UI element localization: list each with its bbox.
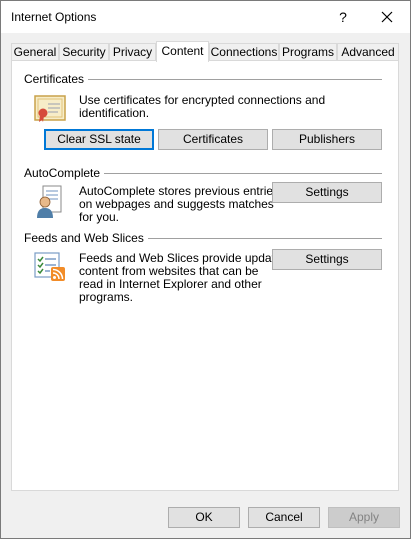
feeds-settings-button[interactable]: Settings xyxy=(272,249,382,270)
internet-options-dialog: Internet Options ? General Security Priv… xyxy=(0,0,411,539)
tab-strip: General Security Privacy Content Connect… xyxy=(11,41,401,62)
certificates-button[interactable]: Certificates xyxy=(158,129,268,150)
window-title: Internet Options xyxy=(11,10,97,24)
certificates-heading: Certificates xyxy=(24,72,89,86)
tab-privacy[interactable]: Privacy xyxy=(109,43,156,60)
content-tab-panel: Certificates Use certificates for encryp… xyxy=(11,60,399,491)
close-button[interactable] xyxy=(365,1,409,33)
tab-programs[interactable]: Programs xyxy=(279,43,337,60)
feeds-description-line-4: programs. xyxy=(79,290,134,304)
title-bar: Internet Options ? xyxy=(1,1,410,33)
certificate-icon xyxy=(34,95,66,122)
autocomplete-heading: AutoComplete xyxy=(24,166,105,180)
close-icon xyxy=(381,11,393,23)
apply-button[interactable]: Apply xyxy=(328,507,400,528)
tab-connections[interactable]: Connections xyxy=(209,43,279,60)
ok-button[interactable]: OK xyxy=(168,507,240,528)
tab-security[interactable]: Security xyxy=(59,43,109,60)
tab-advanced[interactable]: Advanced xyxy=(337,43,399,60)
user-form-icon xyxy=(37,185,62,218)
rss-feed-icon xyxy=(34,252,65,281)
certificates-description: Use certificates for encrypted connectio… xyxy=(79,93,326,120)
autocomplete-description-line-3: for you. xyxy=(79,210,120,224)
publishers-button[interactable]: Publishers xyxy=(272,129,382,150)
tab-content[interactable]: Content xyxy=(156,41,209,62)
clear-ssl-state-button[interactable]: Clear SSL state xyxy=(44,129,154,150)
autocomplete-settings-button[interactable]: Settings xyxy=(272,182,382,203)
feeds-heading: Feeds and Web Slices xyxy=(24,231,148,245)
help-button[interactable]: ? xyxy=(323,1,363,33)
cancel-button[interactable]: Cancel xyxy=(248,507,320,528)
tab-general[interactable]: General xyxy=(11,43,59,60)
